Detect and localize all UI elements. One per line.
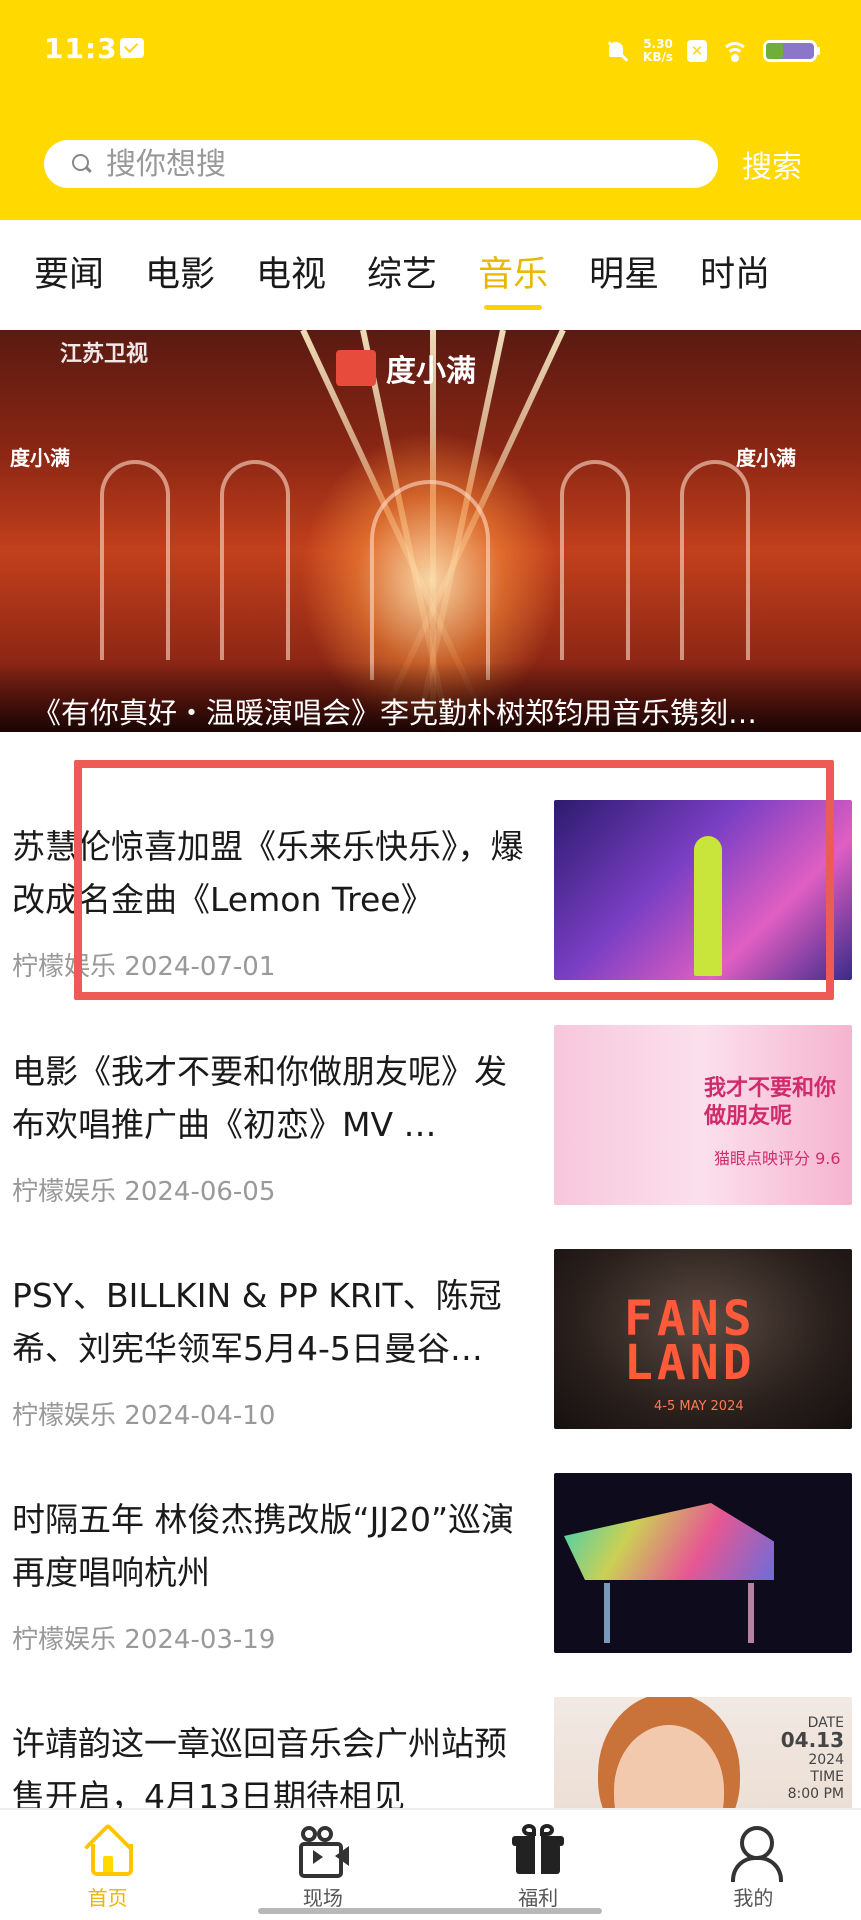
nav-label: 福利	[518, 1886, 559, 1910]
status-bar: 11:31 5.30 KB/s ✕	[0, 0, 861, 100]
search-bar[interactable]	[44, 140, 718, 188]
sponsor-logo: 度小满	[336, 346, 476, 390]
mail-notification-icon	[120, 38, 144, 58]
nav-label: 我的	[733, 1886, 774, 1910]
search-input[interactable]	[106, 146, 666, 182]
news-title[interactable]: 时隔五年 林俊杰携改版“JJ20”巡演再度唱响杭州	[12, 1493, 532, 1599]
list-item[interactable]: 电影《我才不要和你做朋友呢》发布欢唱推广曲《初恋》MV … 柠檬娱乐 2024-…	[0, 1025, 861, 1249]
gift-icon	[512, 1824, 565, 1876]
news-thumbnail[interactable]	[554, 1473, 852, 1653]
search-button[interactable]: 搜索	[742, 142, 802, 186]
bottom-navigation: 首页 现场 福利 我的	[0, 1808, 861, 1920]
wifi-icon	[721, 40, 749, 62]
featured-banner[interactable]: 江苏卫视 度小满 度小满 度小满	[0, 330, 861, 732]
tab-tv[interactable]: 电视	[256, 250, 326, 310]
sponsor-logo-mark	[336, 350, 376, 386]
tab-stars[interactable]: 明星	[589, 250, 659, 310]
news-thumbnail[interactable]: DATE 04.13 2024 TIME 8:00 PM	[554, 1697, 852, 1808]
nav-benefits[interactable]: 福利	[431, 1810, 646, 1920]
news-thumbnail[interactable]: FANS LAND 4-5 MAY 2024	[554, 1249, 852, 1429]
nav-label: 现场	[302, 1886, 343, 1910]
tab-fashion[interactable]: 时尚	[700, 250, 770, 310]
status-indicators: 5.30 KB/s ✕	[605, 34, 820, 68]
battery-icon	[763, 40, 820, 62]
home-icon	[82, 1824, 134, 1876]
app-header: 11:31 5.30 KB/s ✕ 搜索	[0, 0, 861, 220]
tab-news[interactable]: 要闻	[34, 250, 104, 310]
highlight-box	[74, 760, 834, 1000]
tab-movies[interactable]: 电影	[145, 250, 215, 310]
app-notification-icon: ✕	[687, 40, 707, 62]
broadcaster-logo: 江苏卫视	[60, 342, 149, 367]
search-icon	[72, 154, 92, 174]
sponsor-logo-right: 度小满	[736, 446, 796, 470]
network-speed: 5.30 KB/s	[643, 37, 673, 64]
nav-home[interactable]: 首页	[0, 1810, 215, 1920]
nav-live[interactable]: 现场	[215, 1810, 430, 1920]
nav-label: 首页	[87, 1886, 128, 1910]
category-tabs: 要闻 电影 电视 综艺 音乐 明星 时尚	[0, 250, 861, 320]
nav-profile[interactable]: 我的	[646, 1810, 861, 1920]
list-item[interactable]: PSY、BILLKIN & PP KRIT、陈冠希、刘宪华领军5月4-5日曼谷……	[0, 1249, 861, 1473]
news-thumbnail[interactable]: 我才不要和你做朋友呢 猫眼点映评分 9.6	[554, 1025, 852, 1205]
user-icon	[727, 1824, 784, 1882]
news-title[interactable]: PSY、BILLKIN & PP KRIT、陈冠希、刘宪华领军5月4-5日曼谷…	[12, 1269, 532, 1375]
home-indicator[interactable]	[258, 1908, 602, 1914]
list-item[interactable]: 时隔五年 林俊杰携改版“JJ20”巡演再度唱响杭州 柠檬娱乐 2024-03-1…	[0, 1473, 861, 1697]
banner-caption[interactable]: 《有你真好・温暖演唱会》李克勤朴树郑钧用音乐镌刻…	[32, 690, 832, 732]
news-meta: 柠檬娱乐 2024-04-10	[12, 1401, 276, 1431]
sponsor-logo-left: 度小满	[10, 446, 70, 470]
video-camera-icon	[297, 1824, 349, 1878]
battery-level	[766, 43, 783, 59]
news-meta: 柠檬娱乐 2024-06-05	[12, 1177, 276, 1207]
tab-music[interactable]: 音乐	[478, 250, 548, 310]
tab-variety[interactable]: 综艺	[367, 250, 437, 310]
mute-icon	[605, 39, 629, 63]
news-title[interactable]: 电影《我才不要和你做朋友呢》发布欢唱推广曲《初恋》MV …	[12, 1045, 532, 1151]
news-meta: 柠檬娱乐 2024-03-19	[12, 1625, 276, 1655]
news-title[interactable]: 许靖韵这一章巡回音乐会广州站预售开启，4月13日期待相见	[12, 1717, 532, 1808]
list-item[interactable]: 许靖韵这一章巡回音乐会广州站预售开启，4月13日期待相见 DATE 04.13 …	[0, 1697, 861, 1808]
